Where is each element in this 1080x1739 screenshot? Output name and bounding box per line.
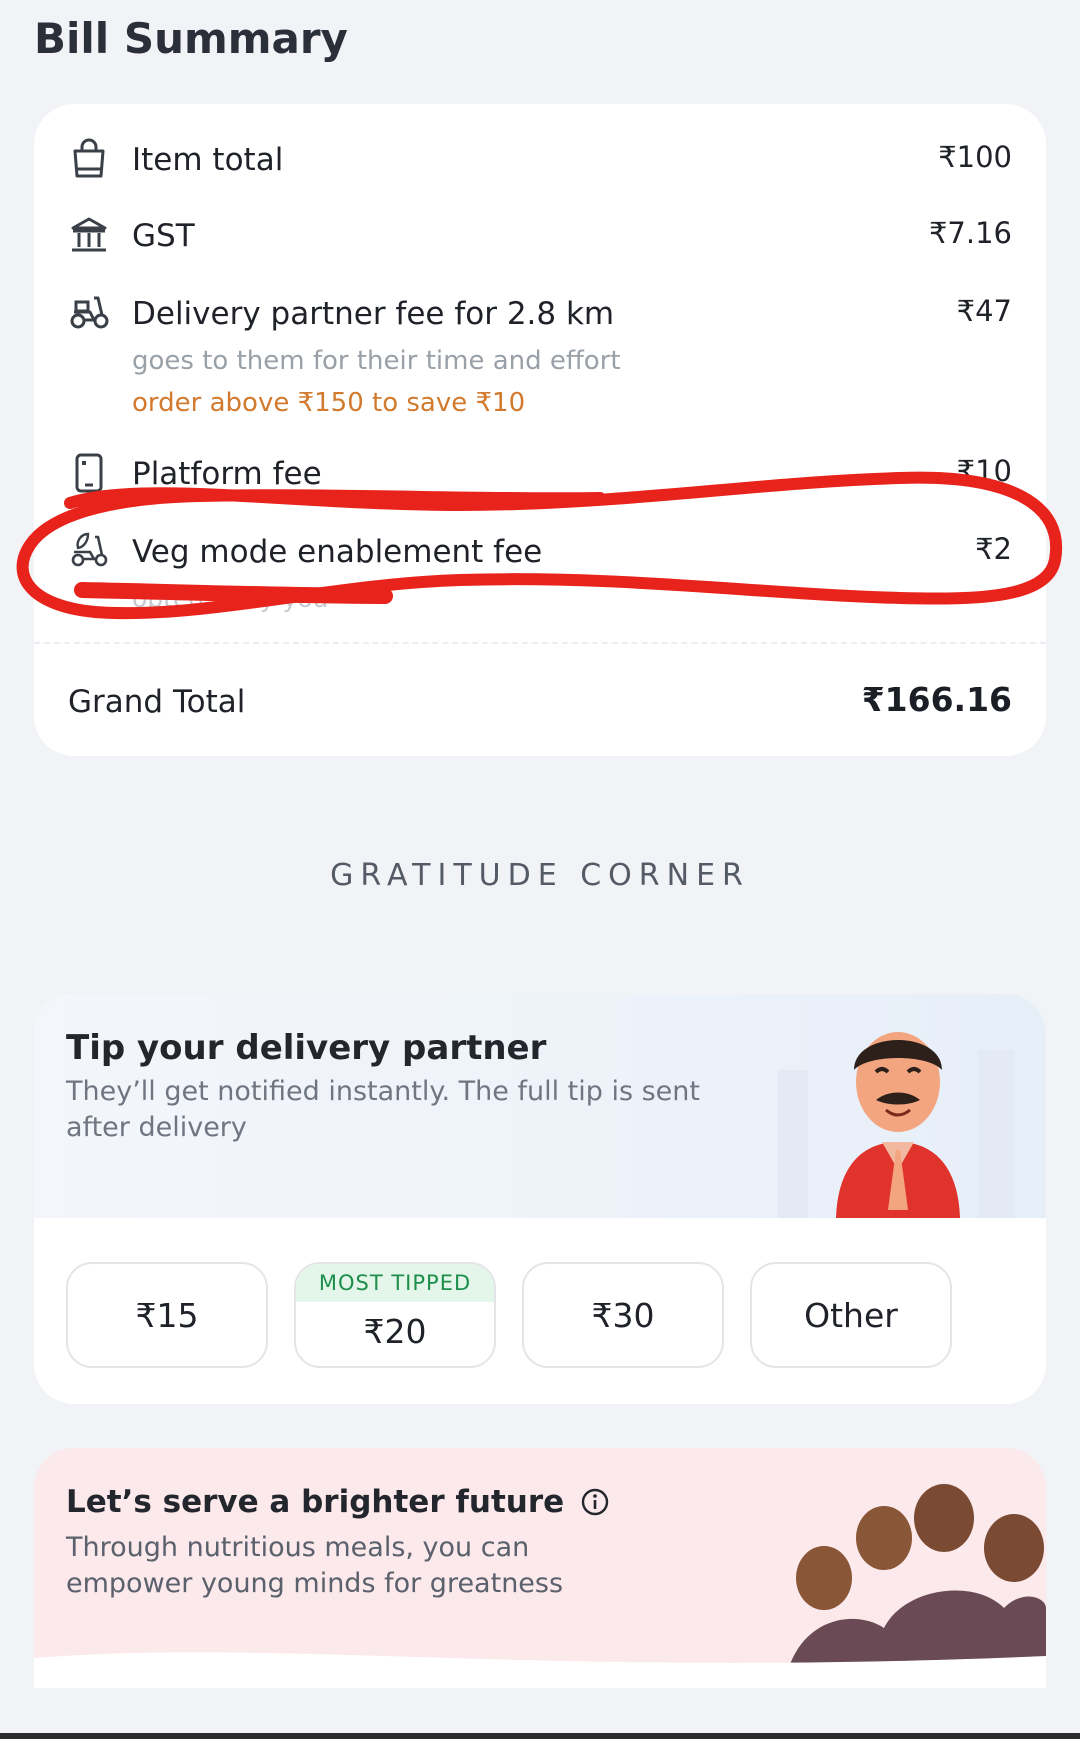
tip-option-label: Other — [804, 1296, 898, 1335]
delivery-fee-label: Delivery partner fee for 2.8 km — [132, 296, 615, 332]
platform-fee-label: Platform fee — [132, 456, 322, 492]
delivery-fee-savings-note: order above ₹150 to save ₹10 — [132, 388, 526, 418]
phone-icon — [75, 453, 103, 493]
tip-option-label: ₹15 — [135, 1296, 199, 1335]
delivery-partner-illustration — [778, 1032, 1014, 1218]
veg-mode-fee-label: Veg mode enablement fee — [132, 534, 543, 570]
leaf-scooter-icon — [71, 532, 108, 567]
scooter-icon — [70, 296, 109, 329]
veg-mode-fee-subtext: opted-in by you — [132, 584, 329, 613]
delivery-fee-subtext: goes to them for their time and effort — [132, 346, 621, 376]
item-total-amount: ₹100 — [938, 140, 1012, 174]
tip-banner: Tip your delivery partner They’ll get no… — [34, 994, 1046, 1218]
delivery-fee-amount: ₹47 — [956, 294, 1012, 328]
tip-title: Tip your delivery partner — [66, 1028, 547, 1068]
bank-icon — [71, 217, 107, 252]
divider — [34, 642, 1046, 644]
tip-subtitle: They’ll get notified instantly. The full… — [66, 1076, 700, 1143]
system-nav-bar — [0, 1733, 1080, 1739]
grand-total-label: Grand Total — [68, 684, 246, 720]
shopping-bag-icon — [73, 138, 105, 178]
tip-option-20[interactable]: MOST TIPPED ₹20 — [294, 1262, 496, 1368]
gst-label: GST — [132, 218, 195, 254]
tip-option-15[interactable]: ₹15 — [66, 1262, 268, 1368]
brighter-future-title: Let’s serve a brighter future — [66, 1484, 609, 1520]
bill-summary-card: Item total ₹100 GST ₹7.16 Delivery partn… — [34, 104, 1046, 756]
gst-amount: ₹7.16 — [928, 216, 1012, 250]
info-icon[interactable] — [581, 1488, 609, 1516]
brighter-future-subtitle: Through nutritious meals, you can empowe… — [66, 1532, 564, 1599]
tip-option-label: ₹30 — [591, 1296, 655, 1335]
grand-total-amount: ₹166.16 — [861, 680, 1012, 719]
veg-mode-fee-amount: ₹2 — [975, 532, 1012, 566]
most-tipped-badge: MOST TIPPED — [296, 1264, 494, 1302]
brighter-future-title-text: Let’s serve a brighter future — [66, 1484, 565, 1520]
tip-option-other[interactable]: Other — [750, 1262, 952, 1368]
tip-option-30[interactable]: ₹30 — [522, 1262, 724, 1368]
tip-option-label: ₹20 — [363, 1312, 427, 1351]
brighter-future-card[interactable]: Let’s serve a brighter future Through nu… — [34, 1448, 1046, 1688]
gratitude-corner-heading: GRATITUDE CORNER — [330, 858, 750, 893]
page-title: Bill Summary — [34, 14, 348, 63]
item-total-label: Item total — [132, 142, 284, 178]
wave-divider — [34, 1652, 1046, 1688]
tip-card: Tip your delivery partner They’ll get no… — [34, 994, 1046, 1404]
platform-fee-amount: ₹10 — [956, 454, 1012, 488]
